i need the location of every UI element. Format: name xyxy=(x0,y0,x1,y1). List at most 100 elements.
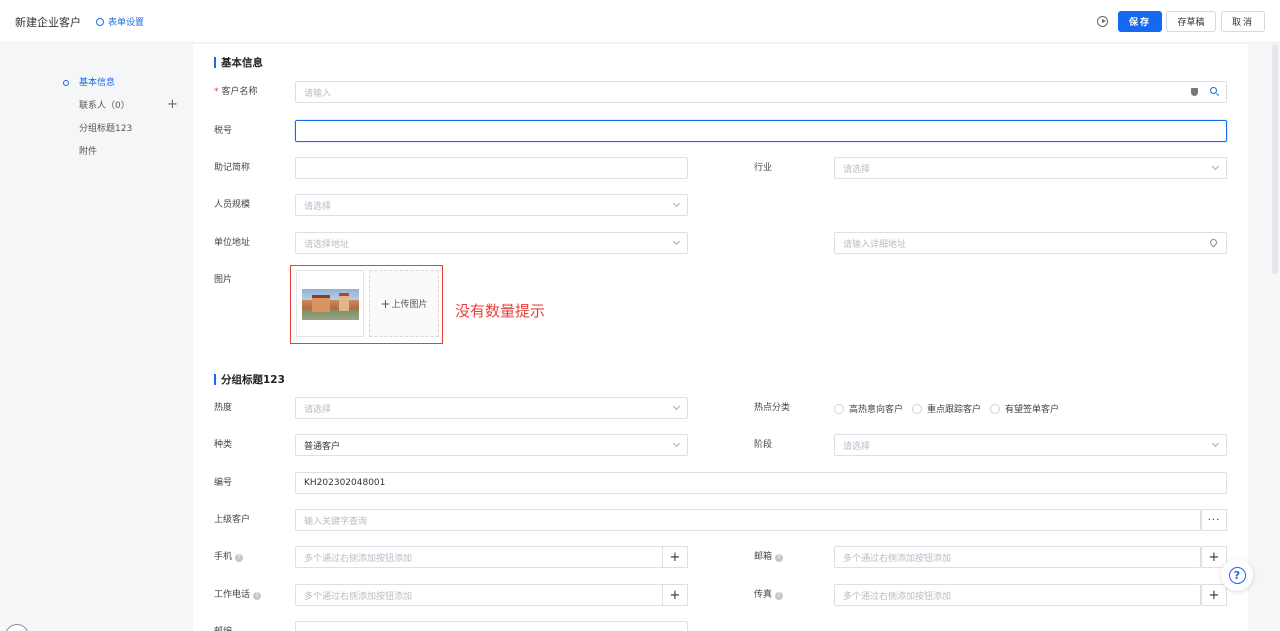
heat-placeholder: 请选择 xyxy=(304,404,332,415)
add-mobile-button[interactable]: + xyxy=(662,546,688,568)
nav-item-label: 分组标题123 xyxy=(79,124,133,134)
add-work-phone-button[interactable]: + xyxy=(662,584,688,606)
work-phone-placeholder: 多个通过右侧添加按钮添加 xyxy=(304,591,413,602)
industry-placeholder: 请选择 xyxy=(843,164,871,175)
chevron-down-icon xyxy=(1211,162,1220,171)
hot-category-label: 热点分类 xyxy=(754,403,791,413)
email-label: 邮箱? xyxy=(754,551,784,563)
mobile-label-text: 手机 xyxy=(214,552,233,562)
staff-size-select[interactable]: 请选择 xyxy=(295,194,688,216)
help-question-icon[interactable]: ? xyxy=(775,592,784,600)
scrollbar[interactable] xyxy=(1272,44,1278,274)
nav-item-basic-info[interactable]: 基本信息 xyxy=(60,74,190,97)
parent-customer-input[interactable]: 输入关键字查询 xyxy=(295,509,1201,531)
required-mark: * xyxy=(214,87,219,97)
work-phone-label: 工作电话? xyxy=(214,589,262,601)
play-icon[interactable] xyxy=(1097,16,1108,27)
radio-option[interactable]: 高热意向客户 xyxy=(834,402,903,415)
code-label: 编号 xyxy=(214,478,233,488)
nav-item-contacts[interactable]: 联系人（0） + xyxy=(60,97,190,120)
radio-label: 有望签单客户 xyxy=(1005,405,1060,415)
stage-select[interactable]: 请选择 xyxy=(834,434,1227,456)
work-phone-input[interactable]: 多个通过右侧添加按钮添加 xyxy=(295,584,663,606)
nav-item-label: 基本信息 xyxy=(79,78,116,88)
mnemonic-input[interactable] xyxy=(295,157,688,179)
nav-item-group[interactable]: 分组标题123 xyxy=(60,120,190,143)
email-label-text: 邮箱 xyxy=(754,552,773,562)
location-pin-icon[interactable] xyxy=(1208,237,1219,248)
staff-size-label: 人员规模 xyxy=(214,200,251,210)
fax-label: 传真? xyxy=(754,589,784,601)
radio-label: 重点跟踪客户 xyxy=(927,405,982,415)
search-icon[interactable] xyxy=(1210,87,1217,94)
email-placeholder: 多个通过右侧添加按钮添加 xyxy=(843,553,952,564)
top-bar: 新建企业客户 表单设置 保存 存草稿 取消 xyxy=(0,0,1280,43)
postcode-input[interactable] xyxy=(295,621,688,631)
parent-customer-label: 上级客户 xyxy=(214,515,251,525)
address-select[interactable]: 请选择地址 xyxy=(295,232,688,254)
more-button[interactable]: ··· xyxy=(1201,509,1227,531)
fax-placeholder: 多个通过右侧添加按钮添加 xyxy=(843,591,952,602)
industry-label: 行业 xyxy=(754,163,773,173)
section-title-basic: 基本信息 xyxy=(214,55,263,70)
address-detail-input[interactable]: 请输入详细地址 xyxy=(834,232,1227,254)
nav-item-label: 附件 xyxy=(79,147,98,157)
chevron-down-icon xyxy=(672,439,681,448)
annotation-highlight-box xyxy=(290,265,443,344)
fax-input[interactable]: 多个通过右侧添加按钮添加 xyxy=(834,584,1201,606)
parent-customer-placeholder: 输入关键字查询 xyxy=(304,516,368,527)
help-question-icon[interactable]: ? xyxy=(235,554,244,562)
fax-label-text: 传真 xyxy=(754,590,773,600)
kind-label: 种类 xyxy=(214,440,233,450)
help-button[interactable]: ? xyxy=(1221,559,1253,591)
radio-circle-icon xyxy=(912,403,923,414)
code-input[interactable]: KH202302048001 xyxy=(295,472,1227,494)
customer-name-label-text: 客户名称 xyxy=(221,87,258,97)
add-contact-icon[interactable]: + xyxy=(167,96,178,114)
nav-item-attachments[interactable]: 附件 xyxy=(60,143,190,166)
form-settings-link[interactable]: 表单设置 xyxy=(96,15,144,28)
postcode-label: 邮编 xyxy=(214,626,232,631)
anchor-nav: 基本信息 联系人（0） + 分组标题123 附件 xyxy=(60,74,190,166)
radio-label: 高热意向客户 xyxy=(849,405,904,415)
help-question-icon: ? xyxy=(1228,566,1246,584)
image-label: 图片 xyxy=(214,275,233,285)
mobile-label: 手机? xyxy=(214,551,244,563)
radio-option[interactable]: 有望签单客户 xyxy=(990,402,1059,415)
kind-select[interactable]: 普通客户 xyxy=(295,434,688,456)
radio-option[interactable]: 重点跟踪客户 xyxy=(912,402,981,415)
floating-avatar-icon[interactable] xyxy=(5,624,29,631)
mobile-input[interactable]: 多个通过右侧添加按钮添加 xyxy=(295,546,663,568)
chevron-down-icon xyxy=(1211,439,1220,448)
tax-no-label: 税号 xyxy=(214,126,233,136)
help-question-icon[interactable]: ? xyxy=(775,554,784,562)
annotation-text: 没有数量提示 xyxy=(455,302,546,320)
customer-name-placeholder: 请输入 xyxy=(304,88,332,99)
tax-no-input[interactable] xyxy=(295,120,1227,142)
industry-select[interactable]: 请选择 xyxy=(834,157,1227,179)
active-dot-icon xyxy=(63,80,69,86)
help-question-icon[interactable]: ? xyxy=(253,592,262,600)
heat-select[interactable]: 请选择 xyxy=(295,397,688,419)
address-detail-placeholder: 请输入详细地址 xyxy=(843,239,907,250)
chevron-down-icon xyxy=(672,237,681,246)
mnemonic-label: 助记简称 xyxy=(214,163,251,173)
section-title-group: 分组标题123 xyxy=(214,372,285,387)
save-button[interactable]: 保存 xyxy=(1118,11,1162,32)
email-input[interactable]: 多个通过右侧添加按钮添加 xyxy=(834,546,1201,568)
chevron-down-icon xyxy=(672,402,681,411)
radio-circle-icon xyxy=(990,403,1001,414)
hot-category-radio-group: 高热意向客户 重点跟踪客户 有望签单客户 xyxy=(834,402,1059,415)
save-draft-button[interactable]: 存草稿 xyxy=(1166,11,1216,32)
gear-icon xyxy=(96,17,104,26)
stage-placeholder: 请选择 xyxy=(843,441,871,452)
add-fax-button[interactable]: + xyxy=(1201,584,1227,606)
mobile-placeholder: 多个通过右侧添加按钮添加 xyxy=(304,553,413,564)
cancel-button[interactable]: 取消 xyxy=(1221,11,1265,32)
code-value: KH202302048001 xyxy=(304,478,386,488)
work-phone-label-text: 工作电话 xyxy=(214,590,251,600)
radio-circle-icon xyxy=(834,403,844,414)
shield-icon[interactable] xyxy=(1191,88,1198,96)
address-placeholder: 请选择地址 xyxy=(304,239,350,250)
customer-name-input[interactable]: 请输入 xyxy=(295,81,1227,103)
